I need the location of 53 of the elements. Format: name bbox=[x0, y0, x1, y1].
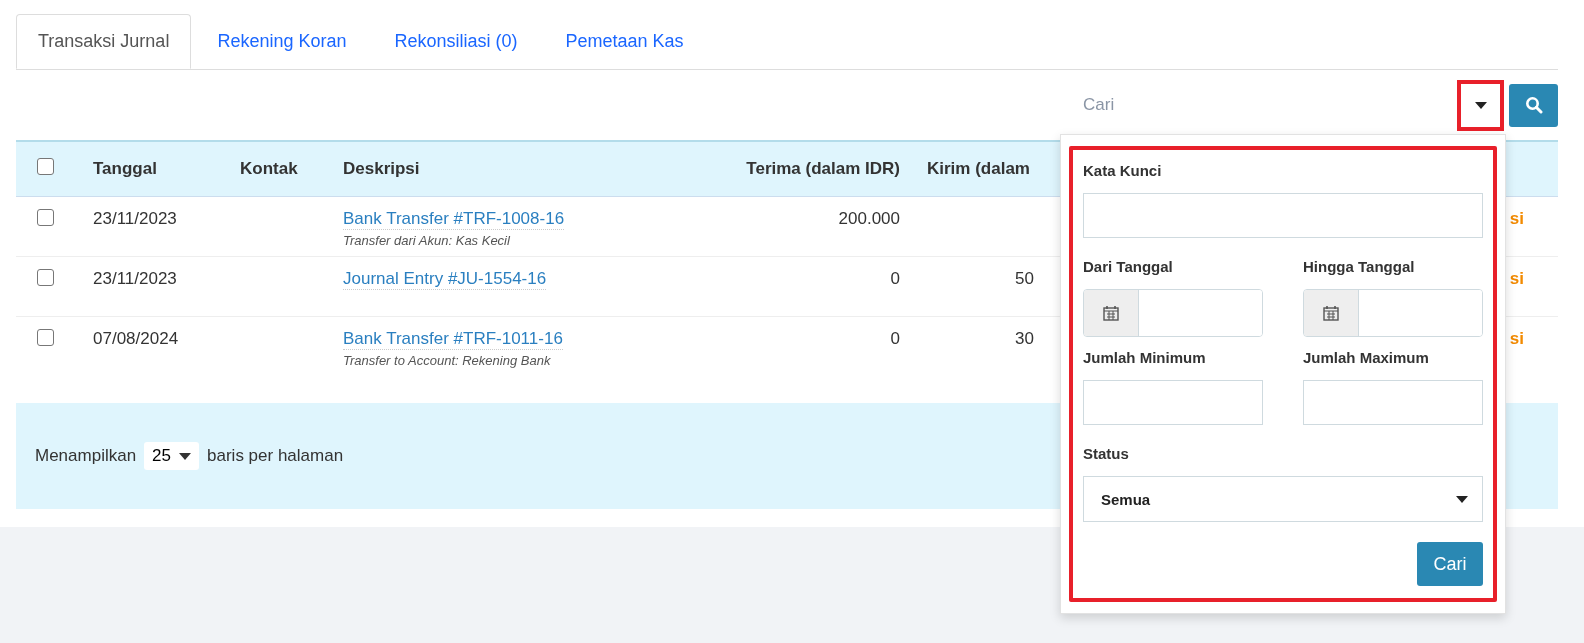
date-field[interactable] bbox=[1083, 289, 1263, 337]
column-header: Terima (dalam IDR) bbox=[746, 159, 900, 178]
tab[interactable]: Rekening Koran bbox=[195, 14, 369, 69]
amount-cell: 0 bbox=[890, 329, 900, 348]
search-icon bbox=[1524, 96, 1543, 114]
field-label: Jumlah Minimum bbox=[1083, 349, 1206, 366]
column-header: Kontak bbox=[240, 159, 298, 178]
column-header: Deskripsi bbox=[343, 159, 420, 178]
filter-toggle-button[interactable] bbox=[1457, 79, 1504, 131]
amount-field[interactable] bbox=[1303, 380, 1483, 425]
caret-icon bbox=[179, 452, 192, 460]
search-button[interactable] bbox=[1509, 83, 1558, 127]
field-label: Jumlah Maximum bbox=[1303, 349, 1429, 366]
row-checkbox[interactable] bbox=[37, 329, 54, 346]
date-cell: 23/11/2023 bbox=[93, 269, 177, 288]
field-label: Status bbox=[1083, 445, 1129, 462]
row-checkbox[interactable] bbox=[37, 209, 54, 226]
transaction-note: Transfer dari Akun: Kas Kecil bbox=[343, 233, 510, 248]
keyword-field[interactable] bbox=[1083, 193, 1483, 238]
transaction-note: Transfer to Account: Rekening Bank bbox=[343, 353, 551, 368]
transaction-link[interactable]: Bank Transfer #TRF-1008-16 bbox=[343, 209, 565, 230]
transaction-link[interactable]: Journal Entry #JU-1554-16 bbox=[343, 269, 547, 290]
select-all-checkbox[interactable] bbox=[37, 158, 54, 175]
amount-cell: 30 bbox=[1015, 329, 1034, 348]
column-header: Tanggal bbox=[93, 159, 157, 178]
field-label: Hingga Tanggal bbox=[1303, 258, 1415, 275]
date-field[interactable] bbox=[1303, 289, 1483, 337]
field-label: Kata Kunci bbox=[1083, 162, 1162, 179]
caret-icon bbox=[1474, 101, 1487, 109]
submit-button[interactable]: Cari bbox=[1417, 542, 1483, 586]
pager-label: baris per halaman bbox=[207, 446, 344, 466]
amount-field[interactable] bbox=[1083, 380, 1263, 425]
column-header: Kirim (dalam bbox=[927, 159, 1030, 178]
date-cell: 07/08/2024 bbox=[93, 329, 179, 348]
row-checkbox[interactable] bbox=[37, 269, 54, 286]
date-cell: 23/11/2023 bbox=[93, 209, 177, 228]
amount-cell: 50 bbox=[1015, 269, 1034, 288]
tab[interactable]: Transaksi Jurnal bbox=[16, 14, 192, 69]
status-link[interactable]: si bbox=[1509, 329, 1524, 348]
status-select[interactable]: Semua bbox=[1083, 476, 1483, 522]
status-link[interactable]: si bbox=[1509, 269, 1524, 288]
field-label: Dari Tanggal bbox=[1083, 258, 1173, 275]
amount-cell: 0 bbox=[890, 269, 900, 288]
pager-label: Menampilkan bbox=[35, 446, 137, 466]
calendar-icon bbox=[1103, 305, 1119, 321]
amount-cell: 200.000 bbox=[838, 209, 900, 228]
caret-icon bbox=[1456, 495, 1468, 503]
tab[interactable]: Rekonsiliasi (0) bbox=[372, 14, 540, 69]
page-size-select[interactable]: 25 bbox=[144, 442, 200, 470]
transaction-link[interactable]: Bank Transfer #TRF-1011-16 bbox=[343, 329, 563, 350]
calendar-icon bbox=[1323, 305, 1339, 321]
tab[interactable]: Pemetaan Kas bbox=[543, 14, 706, 69]
status-link[interactable]: si bbox=[1509, 209, 1524, 228]
